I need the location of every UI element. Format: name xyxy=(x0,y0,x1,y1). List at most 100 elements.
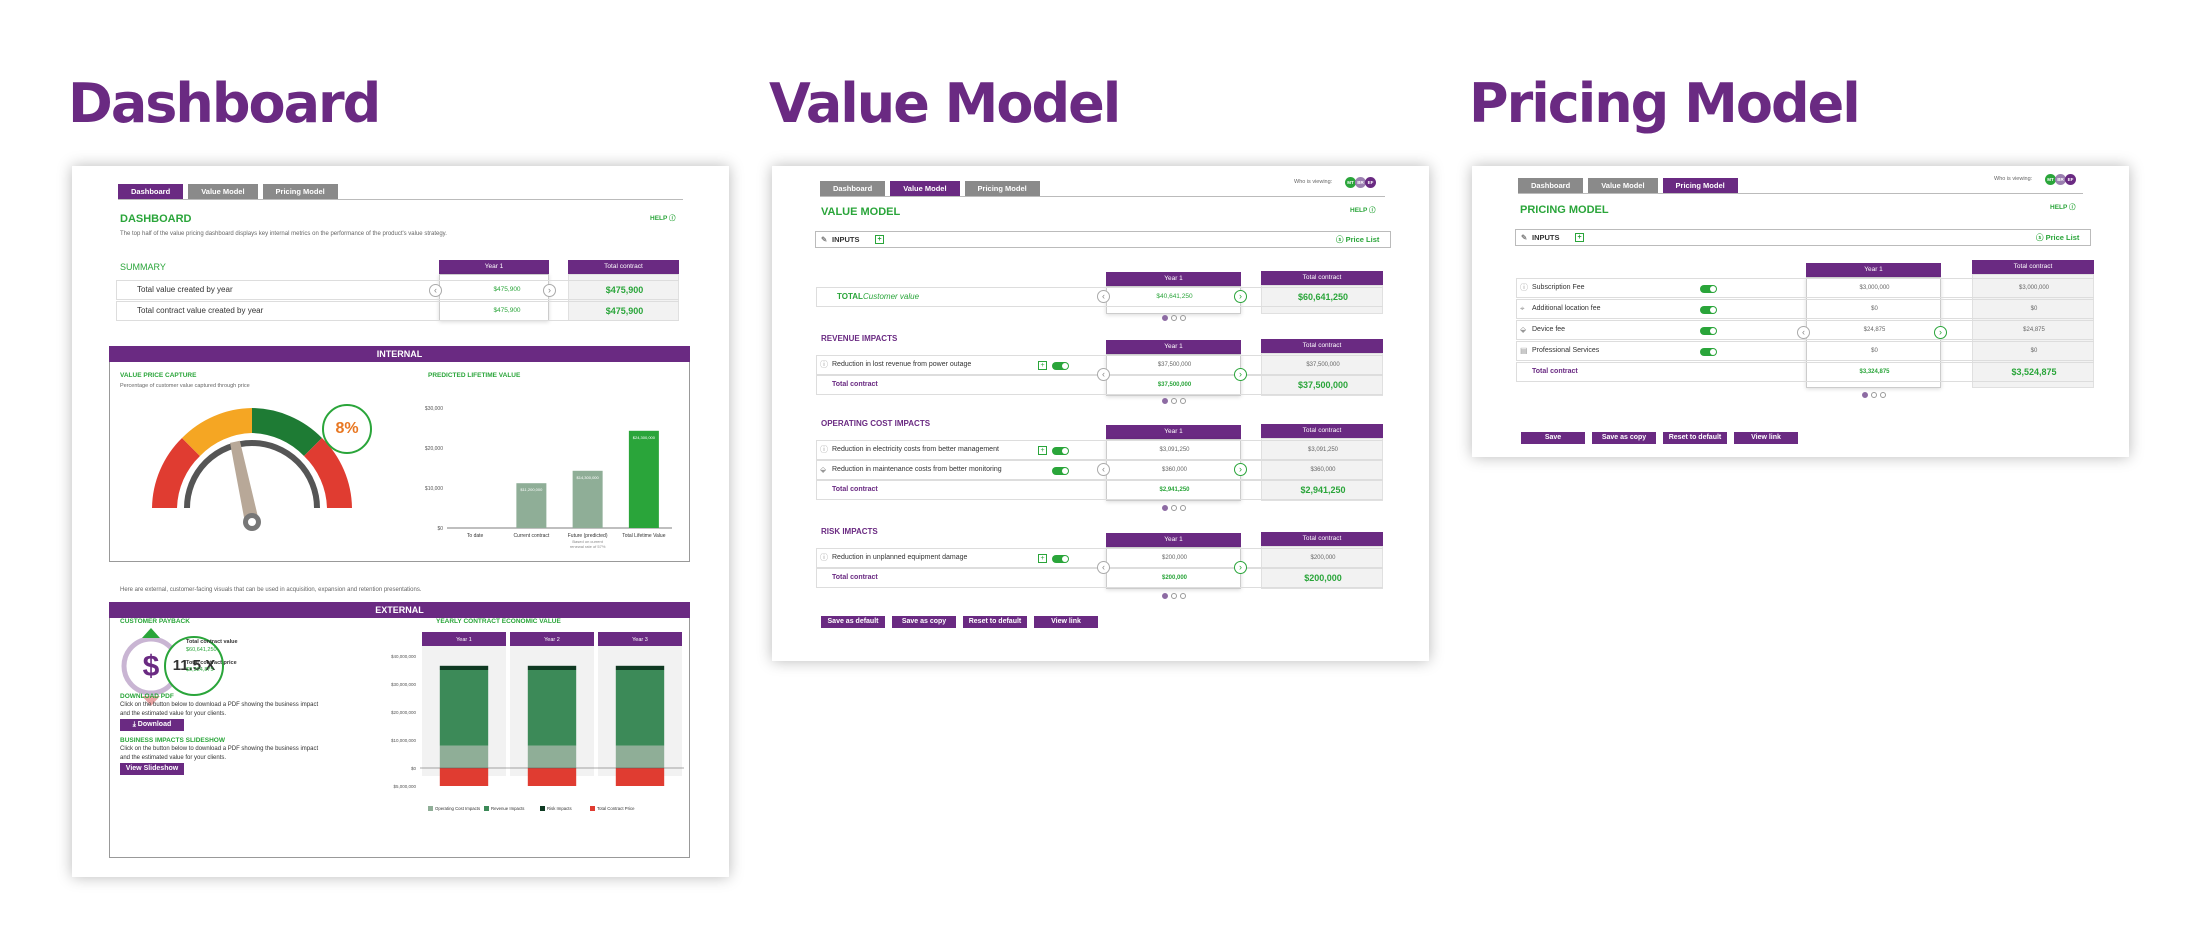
impact-toggle[interactable] xyxy=(1052,362,1069,370)
impact-toggle[interactable] xyxy=(1052,555,1069,563)
tab-value-model[interactable]: Value Model xyxy=(188,184,258,199)
price-toggle[interactable] xyxy=(1700,306,1717,314)
next-year-arrow[interactable]: › xyxy=(1234,368,1247,381)
page-title: DASHBOARD xyxy=(120,213,192,225)
inputs-label: INPUTS xyxy=(1532,233,1560,242)
vpc-title: VALUE PRICE CAPTURE xyxy=(120,372,197,379)
tab-dashboard[interactable]: Dashboard xyxy=(820,181,886,196)
expand-icon[interactable]: + xyxy=(1038,446,1047,455)
impact-label: Reduction in electricity costs from bett… xyxy=(832,446,999,453)
prev-year-arrow[interactable]: ‹ xyxy=(1097,561,1110,574)
save-button[interactable]: Save xyxy=(1521,432,1585,444)
location-pin-icon: ⌖ xyxy=(1520,304,1525,313)
inputs-label: INPUTS xyxy=(832,235,860,244)
section-total-label: Total contract xyxy=(832,574,878,581)
y-tick-label: $20,000 xyxy=(425,446,443,452)
expand-icon[interactable]: + xyxy=(875,235,884,244)
tab-value-model[interactable]: Value Model xyxy=(1588,178,1658,193)
tcp-value: $3,324,875 xyxy=(186,667,214,673)
price-row-year: $3,000,000 xyxy=(1859,285,1890,291)
tab-divider xyxy=(118,199,683,200)
section-total-label: Total contract xyxy=(832,486,878,493)
summary-row-label: Total contract value created by year xyxy=(137,306,264,315)
total-total: $3,524,875 xyxy=(2011,367,2057,377)
impact-toggle[interactable] xyxy=(1052,467,1069,475)
prev-year-arrow[interactable]: ‹ xyxy=(1097,368,1110,381)
col-year-header: Year 1 xyxy=(1106,533,1241,547)
save-as-copy-button[interactable]: Save as copy xyxy=(1592,432,1656,444)
price-row-label: Professional Services xyxy=(1532,347,1600,354)
impact-year-value: $200,000 xyxy=(1161,555,1188,561)
impact-toggle[interactable] xyxy=(1052,447,1069,455)
pricing-model-section-title: Pricing Model xyxy=(1469,72,1861,135)
price-row-label: Additional location fee xyxy=(1532,305,1601,312)
tag-icon: ⬙ xyxy=(1520,325,1527,334)
prev-year-arrow[interactable]: ‹ xyxy=(1097,463,1110,476)
view-slideshow-button[interactable]: View Slideshow xyxy=(120,763,184,775)
next-year-arrow[interactable]: › xyxy=(1234,561,1247,574)
view-link-button[interactable]: View link xyxy=(1734,432,1798,444)
price-toggle[interactable] xyxy=(1700,327,1717,335)
slideshow-title: BUSINESS IMPACTS SLIDESHOW xyxy=(120,737,225,744)
price-toggle[interactable] xyxy=(1700,348,1717,356)
dollar-circle-icon: ⓢ xyxy=(2036,233,2044,242)
save-as-default-button[interactable]: Save as default xyxy=(821,616,885,628)
view-link-button[interactable]: View link xyxy=(1034,616,1098,628)
avatar[interactable]: EF xyxy=(1365,177,1376,188)
edit-icon: ✎ xyxy=(821,235,828,244)
tab-dashboard[interactable]: Dashboard xyxy=(1518,178,1584,193)
prev-year-arrow[interactable]: ‹ xyxy=(429,284,442,297)
col-year-header: Year 1 xyxy=(1106,340,1241,354)
impact-total-value: $360,000 xyxy=(1310,467,1336,473)
impact-total-value: $200,000 xyxy=(1310,555,1336,561)
info-icon: ⓘ xyxy=(820,553,828,562)
price-row: ⌖ Additional location fee $0 $0 xyxy=(1516,299,2094,319)
summary-row-year: $475,900 xyxy=(493,307,521,314)
pager-dots[interactable] xyxy=(1162,593,1186,599)
tab-pricing-model[interactable]: Pricing Model xyxy=(964,181,1040,196)
pager-dots[interactable] xyxy=(1162,398,1186,404)
reset-to-default-button[interactable]: Reset to default xyxy=(963,616,1027,628)
slideshow-text: Click on the button below to download a … xyxy=(120,746,319,761)
tab-pricing-model[interactable]: Pricing Model xyxy=(1662,178,1738,193)
price-list-link[interactable]: ⓢ Price List xyxy=(1336,232,1379,247)
save-as-copy-button[interactable]: Save as copy xyxy=(892,616,956,628)
pager-dots[interactable] xyxy=(1162,505,1186,511)
impact-label: Reduction in maintenance costs from bett… xyxy=(832,466,1002,473)
expand-icon[interactable]: + xyxy=(1575,233,1584,242)
impact-year-value: $360,000 xyxy=(1161,467,1188,473)
expand-icon[interactable]: + xyxy=(1038,361,1047,370)
stack-segment-negative xyxy=(527,768,577,786)
help-link[interactable]: HELP ⓘ xyxy=(2050,201,2076,211)
help-link[interactable]: HELP ⓘ xyxy=(1350,204,1376,214)
x-tick-label: Total Lifetime Value xyxy=(622,533,665,539)
payback-title: CUSTOMER PAYBACK xyxy=(120,618,190,625)
next-year-arrow[interactable]: › xyxy=(1234,290,1247,303)
prev-year-arrow[interactable]: ‹ xyxy=(1797,326,1810,339)
summary-row-total: $475,900 xyxy=(605,285,644,295)
tab-dashboard[interactable]: Dashboard xyxy=(118,184,184,199)
avatar[interactable]: EF xyxy=(2065,174,2076,185)
download-button[interactable]: ⤓ Download xyxy=(120,719,184,731)
price-row-year: $24,875 xyxy=(1863,327,1886,333)
pager-dots[interactable] xyxy=(1862,392,1886,398)
price-list-link[interactable]: ⓢ Price List xyxy=(2036,230,2079,245)
next-year-arrow[interactable]: › xyxy=(1934,326,1947,339)
prev-year-arrow[interactable]: ‹ xyxy=(1097,290,1110,303)
tab-pricing-model[interactable]: Pricing Model xyxy=(262,184,338,199)
y-tick-label: $20,000,000 xyxy=(391,710,417,715)
next-year-arrow[interactable]: › xyxy=(1234,463,1247,476)
expand-icon[interactable]: + xyxy=(1038,554,1047,563)
help-link[interactable]: HELP ⓘ xyxy=(650,212,676,222)
col-total-header: Total contract xyxy=(1261,339,1383,353)
tab-value-model[interactable]: Value Model xyxy=(890,181,960,196)
next-year-arrow[interactable]: › xyxy=(543,284,556,297)
price-toggle[interactable] xyxy=(1700,285,1717,293)
legend-swatch xyxy=(540,806,545,811)
col-total-header: Total contract xyxy=(1972,260,2094,274)
pager-dots[interactable] xyxy=(1162,315,1186,321)
col-total-header: Total contract xyxy=(568,260,679,274)
download-title: DOWNLOAD PDF xyxy=(120,693,174,700)
reset-to-default-button[interactable]: Reset to default xyxy=(1663,432,1727,444)
dashboard-card: Dashboard Value Model Pricing Model DASH… xyxy=(72,166,729,877)
